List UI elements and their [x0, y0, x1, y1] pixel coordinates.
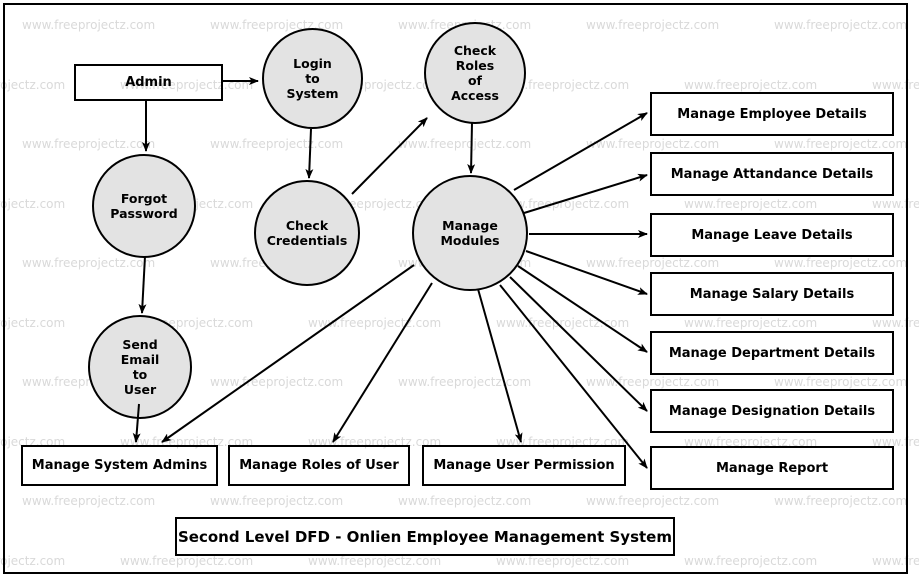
flow-modules-to-report [499, 284, 648, 469]
flow-modules-to-attandance [523, 173, 648, 214]
process-forgot-password[interactable]: Forgot Password [92, 154, 196, 258]
watermark-text: www.freeprojectz.com [398, 375, 532, 389]
watermark-text: www.freeprojectz.com [774, 494, 908, 508]
process-send-email-to-user[interactable]: Send Email to User [88, 315, 192, 419]
module-manage-attandance-details-label: Manage Attandance Details [670, 166, 874, 182]
dfd-diagram-canvas: www.freeprojectz.com www.freeprojectz.com… [0, 0, 919, 583]
flow-login-to-credentials [305, 128, 314, 179]
watermark-text: www.freeprojectz.com [0, 196, 66, 211]
watermark-text: www.freeprojectz.com [22, 494, 156, 508]
watermark-text: www.freeprojectz.com [774, 375, 908, 389]
watermark-text: www.freeprojectz.com [872, 553, 919, 568]
process-check-credentials-label: Check Credentials [266, 218, 348, 248]
watermark-text: www.freeprojectz.com [0, 315, 66, 330]
process-manage-modules[interactable]: Manage Modules [412, 175, 528, 291]
watermark-text: www.freeprojectz.com [684, 553, 818, 568]
module-manage-system-admins[interactable]: Manage System Admins [21, 445, 218, 486]
watermark-text: www.freeprojectz.com [398, 137, 532, 151]
process-manage-modules-label: Manage Modules [440, 218, 500, 248]
module-manage-department-details-label: Manage Department Details [668, 345, 876, 361]
entity-admin[interactable]: Admin [74, 64, 223, 101]
process-check-roles-of-access[interactable]: Check Roles of Access [424, 22, 526, 124]
flow-modules-to-systemadmins [161, 264, 415, 443]
diagram-caption: Second Level DFD - Onlien Employee Manag… [175, 517, 675, 556]
watermark-text: www.freeprojectz.com [496, 315, 630, 330]
watermark-text: www.freeprojectz.com [22, 18, 156, 32]
module-manage-user-permission[interactable]: Manage User Permission [422, 445, 626, 486]
module-manage-employee-details-label: Manage Employee Details [677, 106, 867, 122]
watermark-text: www.freeprojectz.com [586, 137, 720, 151]
watermark-text: www.freeprojectz.com [872, 196, 919, 211]
process-check-credentials[interactable]: Check Credentials [254, 180, 360, 286]
module-manage-leave-details-label: Manage Leave Details [691, 227, 853, 243]
entity-admin-label: Admin [125, 75, 172, 90]
watermark-text: www.freeprojectz.com [684, 315, 818, 330]
flow-modules-to-userpermission [477, 288, 523, 443]
watermark-text: www.freeprojectz.com [22, 137, 156, 151]
module-manage-department-details[interactable]: Manage Department Details [650, 331, 894, 375]
watermark-text: www.freeprojectz.com [774, 256, 908, 270]
watermark-text: www.freeprojectz.com [308, 315, 442, 330]
process-login-to-system-label: Login to System [286, 56, 339, 101]
watermark-text: www.freeprojectz.com [398, 494, 532, 508]
flow-modules-to-department [517, 265, 648, 353]
watermark-text: www.freeprojectz.com [586, 494, 720, 508]
watermark-text: www.freeprojectz.com [22, 256, 156, 270]
watermark-text: www.freeprojectz.com [0, 553, 66, 568]
process-login-to-system[interactable]: Login to System [262, 28, 363, 129]
process-send-email-to-user-label: Send Email to User [120, 337, 160, 397]
flow-credentials-to-checkroles [351, 117, 428, 195]
module-manage-report-label: Manage Report [715, 460, 829, 476]
watermark-text: www.freeprojectz.com [872, 77, 919, 92]
flow-modules-to-salary [525, 250, 648, 295]
watermark-text: www.freeprojectz.com [872, 315, 919, 330]
watermark-text: www.freeprojectz.com [586, 18, 720, 32]
module-manage-designation-details[interactable]: Manage Designation Details [650, 389, 894, 433]
flow-checkroles-to-modules [467, 122, 476, 174]
module-manage-salary-details[interactable]: Manage Salary Details [650, 272, 894, 316]
module-manage-leave-details[interactable]: Manage Leave Details [650, 213, 894, 257]
module-manage-salary-details-label: Manage Salary Details [689, 286, 855, 302]
watermark-text: www.freeprojectz.com [210, 494, 344, 508]
watermark-text: www.freeprojectz.com [586, 375, 720, 389]
module-manage-system-admins-label: Manage System Admins [31, 458, 208, 473]
watermark-text: www.freeprojectz.com [774, 137, 908, 151]
module-manage-employee-details[interactable]: Manage Employee Details [650, 92, 894, 136]
module-manage-attandance-details[interactable]: Manage Attandance Details [650, 152, 894, 196]
module-manage-report[interactable]: Manage Report [650, 446, 894, 490]
module-manage-roles-of-user-label: Manage Roles of User [239, 458, 399, 473]
diagram-caption-label: Second Level DFD - Onlien Employee Manag… [178, 527, 672, 546]
flow-modules-to-rolesofuser [332, 282, 433, 443]
watermark-text: www.freeprojectz.com [684, 77, 818, 92]
module-manage-designation-details-label: Manage Designation Details [668, 403, 876, 419]
module-manage-roles-of-user[interactable]: Manage Roles of User [228, 445, 410, 486]
watermark-text: www.freeprojectz.com [210, 375, 344, 389]
watermark-text: www.freeprojectz.com [586, 256, 720, 270]
process-forgot-password-label: Forgot Password [110, 191, 178, 221]
module-manage-user-permission-label: Manage User Permission [433, 458, 615, 473]
watermark-text: www.freeprojectz.com [684, 196, 818, 211]
flow-modules-to-designation [509, 276, 648, 412]
flow-modules-to-employee [513, 112, 648, 191]
watermark-text: www.freeprojectz.com [774, 18, 908, 32]
flow-forgot-to-sendemail [138, 255, 147, 314]
watermark-text: www.freeprojectz.com [210, 137, 344, 151]
watermark-text: www.freeprojectz.com [0, 77, 66, 92]
process-check-roles-of-access-label: Check Roles of Access [451, 43, 499, 103]
